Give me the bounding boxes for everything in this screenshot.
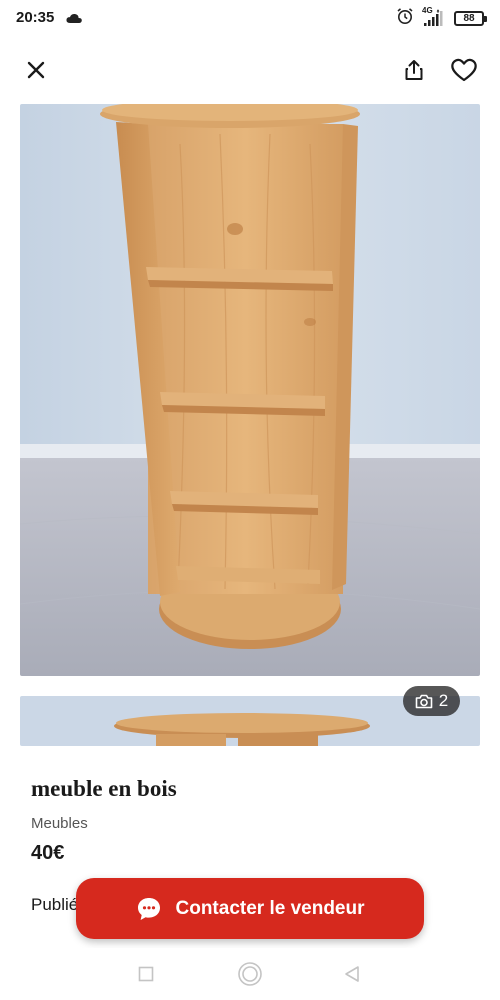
contact-seller-button[interactable]: Contacter le vendeur: [76, 878, 424, 939]
back-button[interactable]: [336, 958, 368, 990]
share-icon: [405, 60, 423, 80]
close-icon: [27, 61, 45, 79]
status-icons: 4G 88: [396, 6, 487, 30]
share-button[interactable]: [394, 50, 434, 90]
favorite-button[interactable]: [444, 50, 484, 90]
status-bar: 20:35 4G 88: [0, 0, 500, 36]
wooden-shelf-photo[interactable]: [20, 104, 480, 676]
heart-icon: [451, 58, 477, 82]
close-button[interactable]: [16, 50, 56, 90]
system-navigation-bar: [0, 948, 500, 1000]
ad-price: 40€: [31, 842, 65, 864]
ad-category[interactable]: Meubles: [31, 815, 88, 832]
home-icon: [238, 962, 262, 986]
cloud-icon: [66, 11, 82, 29]
alarm-icon: [396, 7, 414, 30]
back-icon: [345, 966, 359, 982]
battery-icon: 88: [454, 10, 487, 26]
contact-seller-label: Contacter le vendeur: [175, 897, 365, 919]
ad-published-date: Publié: [31, 895, 79, 914]
signal-icon: 4G: [422, 6, 446, 27]
photo-count: 2: [438, 691, 449, 710]
photo-counter-badge[interactable]: 2: [403, 686, 460, 716]
recent-apps-button[interactable]: [130, 958, 162, 990]
header-bar: [0, 36, 500, 104]
chat-bubble-icon: [137, 897, 160, 920]
recent-apps-icon: [138, 966, 154, 982]
home-button[interactable]: [234, 958, 266, 990]
ad-title: meuble en bois: [31, 776, 177, 801]
camera-icon: [415, 694, 433, 708]
status-time: 20:35: [16, 9, 55, 26]
